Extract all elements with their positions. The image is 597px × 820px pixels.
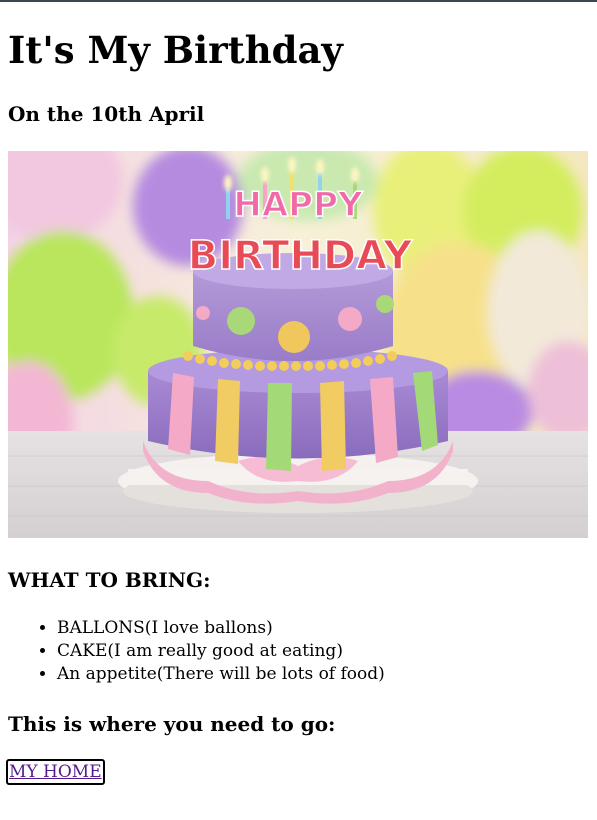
list-item: CAKE(I am really good at eating) [57, 640, 385, 663]
page-subtitle: On the 10th April [8, 102, 205, 126]
list-item: BALLONS(I love ballons) [57, 617, 385, 640]
window-top-border [0, 0, 597, 2]
cake-happy-text: HAPPY [233, 185, 363, 225]
page-title: It's My Birthday [8, 28, 343, 72]
bring-list: BALLONS(I love ballons) CAKE(I am really… [8, 617, 385, 686]
bring-heading: WHAT TO BRING: [8, 568, 211, 592]
birthday-cake-image: HAPPY BIRTHDAY [8, 151, 588, 538]
my-home-link[interactable]: MY HOME [6, 759, 105, 785]
cake-birthday-text: BIRTHDAY [188, 233, 413, 279]
list-item: An appetite(There will be lots of food) [57, 663, 385, 686]
directions-heading: This is where you need to go: [8, 712, 336, 736]
